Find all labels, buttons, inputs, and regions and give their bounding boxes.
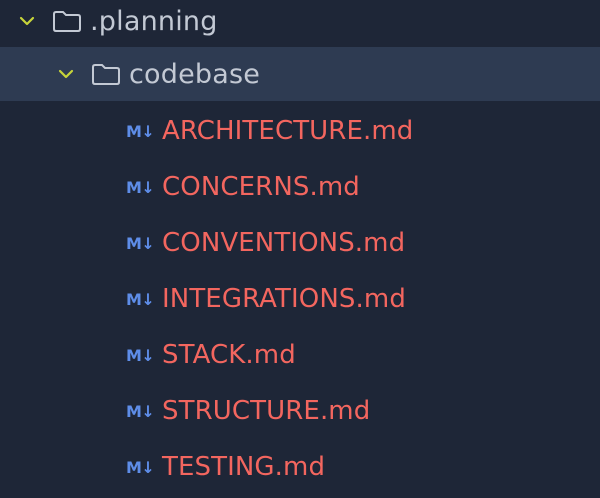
file-row[interactable]: M↓ STACK.md [0,328,600,382]
chevron-down-icon[interactable] [57,65,75,83]
folder-row-codebase[interactable]: codebase [0,47,600,101]
file-row[interactable]: M↓ ARCHITECTURE.md [0,104,600,158]
file-label: INTEGRATIONS.md [162,284,406,314]
file-label: TESTING.md [162,452,326,482]
markdown-icon: M↓ [126,289,155,309]
file-label: CONCERNS.md [162,172,360,202]
file-row[interactable]: M↓ TESTING.md [0,440,600,494]
markdown-icon: M↓ [126,177,155,197]
file-explorer-tree: .planning codebase M↓ ARCHITECTURE.md M↓… [0,0,600,498]
file-row[interactable]: M↓ STRUCTURE.md [0,384,600,438]
file-label: STACK.md [162,340,296,370]
file-label: ARCHITECTURE.md [162,116,414,146]
markdown-icon: M↓ [126,233,155,253]
folder-row-planning[interactable]: .planning [0,0,600,48]
folder-icon [91,62,121,86]
folder-label-codebase: codebase [129,58,261,90]
chevron-down-icon[interactable] [18,12,36,30]
file-label: CONVENTIONS.md [162,228,406,258]
markdown-icon: M↓ [126,457,155,477]
markdown-icon: M↓ [126,121,155,141]
folder-label-planning: .planning [90,5,218,37]
markdown-icon: M↓ [126,401,155,421]
file-row[interactable]: M↓ CONVENTIONS.md [0,216,600,270]
file-row[interactable]: M↓ CONCERNS.md [0,160,600,214]
folder-icon [52,9,82,33]
file-row[interactable]: M↓ INTEGRATIONS.md [0,272,600,326]
markdown-icon: M↓ [126,345,155,365]
file-label: STRUCTURE.md [162,396,371,426]
